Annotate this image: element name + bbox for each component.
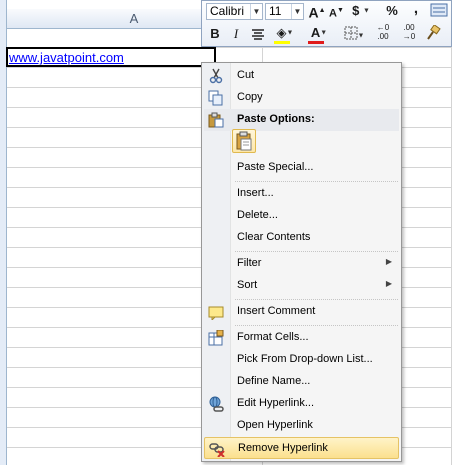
menu-item-filter[interactable]: Filter ▶ xyxy=(204,253,399,275)
increase-decimal-arrow-icon: ←0 xyxy=(376,23,390,32)
menu-item-label: Sort xyxy=(237,279,258,291)
format-cells-icon xyxy=(208,329,224,346)
currency-label: $ xyxy=(352,3,360,18)
menu-item-label: Paste Options: xyxy=(237,113,315,125)
percent-button[interactable]: % xyxy=(384,2,400,20)
decrease-decimal-label: .00 xyxy=(403,23,415,32)
menu-separator xyxy=(235,181,398,182)
font-name-box[interactable]: Calibri ▼ xyxy=(206,3,263,20)
font-color-button[interactable]: A▼ xyxy=(306,24,332,44)
shrink-font-button[interactable]: A▼ xyxy=(328,2,345,20)
grow-font-label: A xyxy=(308,4,319,21)
remove-hyperlink-icon xyxy=(209,441,225,458)
menu-item-label: Insert Comment xyxy=(237,305,316,317)
menu-item-sort[interactable]: Sort ▶ xyxy=(204,275,399,297)
fill-color-button[interactable]: ◈▼ xyxy=(272,24,298,44)
menu-separator xyxy=(235,251,398,252)
menu-separator xyxy=(235,325,398,326)
menu-item-label: Edit Hyperlink... xyxy=(237,397,315,409)
decrease-decimal-button[interactable]: .00 →0 xyxy=(398,23,420,41)
chevron-down-icon[interactable]: ▼ xyxy=(358,33,365,40)
copy-icon xyxy=(208,90,224,106)
menu-item-paste-special[interactable]: Paste Special... xyxy=(204,157,399,179)
menu-item-label: Delete... xyxy=(237,209,278,221)
menu-item-open-hyperlink[interactable]: Open Hyperlink xyxy=(204,415,399,437)
paste-icon xyxy=(208,112,224,128)
submenu-arrow-icon: ▶ xyxy=(385,257,392,266)
paste-clipboard-icon xyxy=(236,131,252,151)
menu-item-insert[interactable]: Insert... xyxy=(204,183,399,205)
chevron-down-icon[interactable]: ▼ xyxy=(291,4,303,19)
shrink-font-label: A xyxy=(329,7,337,20)
increase-decimal-label: .00 xyxy=(377,32,389,41)
menu-section-paste-options: Paste Options: xyxy=(204,109,399,131)
borders-icon xyxy=(344,26,358,40)
menu-item-format-cells[interactable]: Format Cells... xyxy=(204,327,399,349)
grow-font-button[interactable]: A▲ xyxy=(308,2,326,21)
submenu-arrow-icon: ▶ xyxy=(385,279,392,288)
font-name-value: Calibri xyxy=(210,4,245,18)
menu-item-label: Clear Contents xyxy=(237,231,311,243)
fill-color-bar xyxy=(274,41,290,44)
menu-item-edit-hyperlink[interactable]: Edit Hyperlink... xyxy=(204,393,399,415)
menu-item-define-name[interactable]: Define Name... xyxy=(204,371,399,393)
chevron-down-icon[interactable]: ▼ xyxy=(250,4,262,19)
decrease-decimal-arrow-icon: →0 xyxy=(402,32,416,41)
menu-item-label: Open Hyperlink xyxy=(237,419,313,431)
menu-separator xyxy=(235,299,398,300)
paintbrush-icon xyxy=(427,24,441,40)
menu-item-remove-hyperlink[interactable]: Remove Hyperlink xyxy=(204,437,399,459)
chevron-down-icon[interactable]: ▼ xyxy=(363,8,370,15)
font-size-box[interactable]: 11 ▼ xyxy=(265,3,304,20)
menu-item-label: Pick From Drop-down List... xyxy=(237,353,373,365)
borders-button[interactable]: ▼ xyxy=(341,26,367,44)
format-painter-button[interactable] xyxy=(424,24,442,43)
context-menu: Cut Copy Paste Options: Paste Special...… xyxy=(201,62,402,462)
chevron-down-icon[interactable]: ▼ xyxy=(287,30,294,37)
font-color-label: A xyxy=(310,25,321,40)
paint-bucket-icon: ◈ xyxy=(276,25,287,40)
edit-hyperlink-icon xyxy=(208,396,224,412)
row-header-strip[interactable] xyxy=(0,0,7,465)
cell-a1-hyperlink[interactable]: www.javatpoint.com xyxy=(9,50,124,65)
font-size-value: 11 xyxy=(269,4,282,18)
menu-item-label: Define Name... xyxy=(237,375,311,387)
font-color-bar xyxy=(308,41,324,44)
menu-item-pick-from-dropdown[interactable]: Pick From Drop-down List... xyxy=(204,349,399,371)
menu-item-delete[interactable]: Delete... xyxy=(204,205,399,227)
menu-item-label: Copy xyxy=(237,91,263,103)
format-painter-mini-icon[interactable] xyxy=(429,3,449,19)
increase-decimal-button[interactable]: ←0 .00 xyxy=(372,23,394,41)
currency-button[interactable]: $ ▼ xyxy=(350,2,372,20)
menu-item-copy[interactable]: Copy xyxy=(204,87,399,109)
bold-button[interactable]: B xyxy=(208,25,222,43)
menu-item-clear-contents[interactable]: Clear Contents xyxy=(204,227,399,249)
scissors-icon xyxy=(208,68,224,84)
align-center-icon[interactable] xyxy=(250,27,266,45)
mini-toolbar: Calibri ▼ 11 ▼ A▲ A▼ $ ▼ % , B I ◈▼ A▼ ▼… xyxy=(201,0,452,47)
chevron-down-icon[interactable]: ▼ xyxy=(320,30,327,37)
menu-item-label: Paste Special... xyxy=(237,161,314,173)
paste-option-button[interactable] xyxy=(232,129,256,153)
menu-item-label: Insert... xyxy=(237,187,274,199)
menu-item-label: Filter xyxy=(237,257,262,269)
menu-item-label: Format Cells... xyxy=(237,331,309,343)
menu-item-label: Cut xyxy=(237,69,255,81)
menu-item-label: Remove Hyperlink xyxy=(238,442,328,454)
menu-item-cut[interactable]: Cut xyxy=(204,65,399,87)
comment-icon xyxy=(208,304,224,322)
italic-button[interactable]: I xyxy=(230,25,242,43)
menu-item-insert-comment[interactable]: Insert Comment xyxy=(204,301,399,323)
comma-style-button[interactable]: , xyxy=(409,0,423,18)
